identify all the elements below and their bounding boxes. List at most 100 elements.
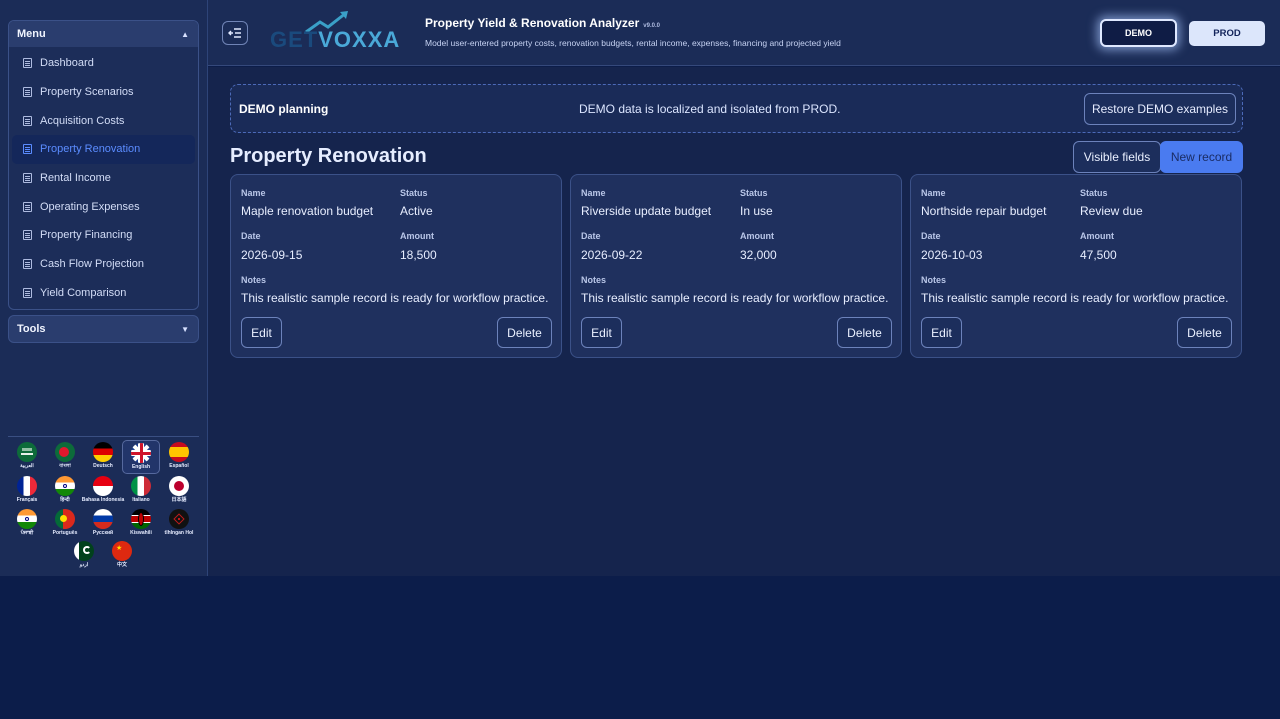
language-label: हिन्दी	[60, 497, 70, 503]
edit-button[interactable]: Edit	[581, 317, 622, 348]
sidebar-item-label: Property Renovation	[40, 143, 141, 156]
date-label: Date	[241, 231, 261, 241]
chevron-down-icon: ▼	[181, 324, 189, 334]
sidebar-item-label: Acquisition Costs	[40, 114, 125, 127]
sidebar-item-property-financing[interactable]: Property Financing	[12, 221, 195, 250]
china-flag-icon: ★	[112, 541, 132, 561]
bangladesh-flag-icon	[55, 442, 75, 462]
sidebar-item-operating-expenses[interactable]: Operating Expenses	[12, 192, 195, 221]
sidebar-item-label: Property Scenarios	[40, 86, 134, 99]
app-title-text: Property Yield & Renovation Analyzer	[425, 16, 640, 30]
top-header: GETVOXXA Property Yield & Renovation Ana…	[208, 0, 1280, 66]
notes-label: Notes	[581, 275, 607, 285]
record-date: 2026-09-15	[241, 248, 303, 262]
status-label: Status	[400, 188, 428, 198]
sidebar-item-property-renovation[interactable]: Property Renovation	[12, 135, 195, 164]
record-status: Active	[400, 204, 433, 218]
app-title: Property Yield & Renovation Analyzer v9.0…	[425, 16, 660, 30]
record-card: Name Status Riverside update budget In u…	[570, 174, 902, 358]
language-label: tlhIngan Hol	[164, 530, 194, 536]
app-subtitle: Model user-entered property costs, renov…	[425, 38, 841, 48]
delete-button[interactable]: Delete	[1177, 317, 1232, 348]
document-icon	[23, 259, 32, 270]
language-klingon[interactable]: tlhIngan Hol	[160, 507, 198, 541]
banner-title: DEMO planning	[239, 102, 329, 116]
logo-text-part: VOXXA	[318, 27, 401, 52]
language-urdu[interactable]: اردو	[65, 539, 103, 573]
sidebar-item-dashboard[interactable]: Dashboard	[12, 49, 195, 78]
menu-header[interactable]: Menu ▲	[9, 21, 198, 47]
france-flag-icon	[17, 476, 37, 496]
india-flag-icon	[55, 476, 75, 496]
language-label: ਪੰਜਾਬੀ	[20, 530, 34, 536]
language-hindi[interactable]: हिन्दी	[46, 474, 84, 508]
page-background	[0, 576, 1280, 719]
language-french[interactable]: Français	[8, 474, 46, 508]
record-name: Northside repair budget	[921, 204, 1047, 218]
record-date: 2026-09-22	[581, 248, 643, 262]
visible-fields-button[interactable]: Visible fields	[1073, 141, 1161, 173]
banner-message: DEMO data is localized and isolated from…	[579, 102, 841, 116]
edit-button[interactable]: Edit	[921, 317, 962, 348]
record-notes: This realistic sample record is ready fo…	[581, 291, 889, 305]
sidebar-item-acquisition-costs[interactable]: Acquisition Costs	[12, 106, 195, 135]
new-record-button[interactable]: New record	[1160, 141, 1243, 173]
sidebar-item-property-scenarios[interactable]: Property Scenarios	[12, 78, 195, 107]
document-icon	[23, 287, 32, 298]
document-icon	[23, 58, 32, 69]
sidebar-item-label: Cash Flow Projection	[40, 258, 144, 271]
delete-button[interactable]: Delete	[837, 317, 892, 348]
delete-button[interactable]: Delete	[497, 317, 552, 348]
germany-flag-icon	[93, 442, 113, 462]
demo-banner: DEMO planning DEMO data is localized and…	[230, 84, 1243, 133]
uk-flag-icon	[131, 443, 151, 463]
language-chinese[interactable]: ★ 中文	[103, 539, 141, 573]
language-label: 日本語	[171, 497, 187, 503]
language-label: Português	[52, 530, 78, 536]
language-english[interactable]: English	[122, 440, 160, 474]
language-label: Русский	[92, 530, 114, 536]
language-bengali[interactable]: বাংলা	[46, 440, 84, 474]
sidebar-item-yield-comparison[interactable]: Yield Comparison	[12, 279, 195, 308]
india-flag-icon	[17, 509, 37, 529]
language-indonesian[interactable]: Bahasa Indonesia	[81, 474, 125, 508]
language-japanese[interactable]: 日本語	[160, 474, 198, 508]
language-russian[interactable]: Русский	[84, 507, 122, 541]
language-arabic[interactable]: العربية	[8, 440, 46, 474]
status-label: Status	[1080, 188, 1108, 198]
tools-header[interactable]: Tools ▼	[8, 315, 199, 343]
sidebar-item-label: Operating Expenses	[40, 200, 140, 213]
language-label: English	[131, 464, 151, 470]
collapse-sidebar-button[interactable]	[222, 21, 248, 45]
restore-demo-button[interactable]: Restore DEMO examples	[1084, 93, 1236, 125]
record-status: In use	[740, 204, 773, 218]
sidebar-item-cash-flow-projection[interactable]: Cash Flow Projection	[12, 250, 195, 279]
spain-flag-icon	[169, 442, 189, 462]
language-label: 中文	[116, 562, 127, 568]
edit-button[interactable]: Edit	[241, 317, 282, 348]
amount-label: Amount	[740, 231, 774, 241]
demo-mode-button[interactable]: DEMO	[1100, 19, 1177, 47]
italy-flag-icon	[131, 476, 151, 496]
record-card: Name Status Maple renovation budget Acti…	[230, 174, 562, 358]
main-content: DEMO planning DEMO data is localized and…	[208, 67, 1280, 576]
language-label: Italiano	[132, 497, 150, 503]
document-icon	[23, 87, 32, 98]
language-italian[interactable]: Italiano	[122, 474, 160, 508]
menu-panel: Menu ▲ Dashboard Property Scenarios Acqu…	[8, 20, 199, 310]
pakistan-flag-icon	[74, 541, 94, 561]
record-notes: This realistic sample record is ready fo…	[921, 291, 1229, 305]
language-swahili[interactable]: Kiswahili	[122, 507, 160, 541]
language-german[interactable]: Deutsch	[84, 440, 122, 474]
russia-flag-icon	[93, 509, 113, 529]
sidebar-item-label: Dashboard	[40, 57, 94, 70]
language-portuguese[interactable]: Português	[46, 507, 84, 541]
language-label: اردو	[79, 562, 89, 568]
menu-list: Dashboard Property Scenarios Acquisition…	[9, 47, 198, 307]
prod-mode-button[interactable]: PROD	[1189, 21, 1265, 46]
language-spanish[interactable]: Español	[160, 440, 198, 474]
language-label: Bahasa Indonesia	[81, 497, 125, 503]
name-label: Name	[921, 188, 946, 198]
language-punjabi[interactable]: ਪੰਜਾਬੀ	[8, 507, 46, 541]
sidebar-item-rental-income[interactable]: Rental Income	[12, 164, 195, 193]
